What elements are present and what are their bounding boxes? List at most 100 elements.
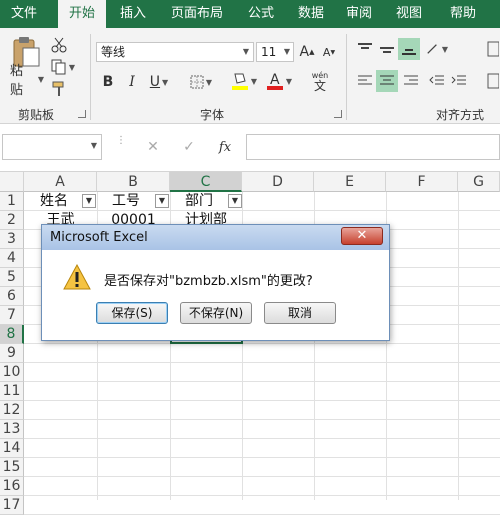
tab-formulas[interactable]: 公式: [238, 0, 284, 28]
row-header-16[interactable]: 16: [0, 477, 24, 496]
borders-icon[interactable]: ▼: [186, 72, 216, 92]
align-left-icon[interactable]: [356, 72, 374, 90]
fill-color-icon[interactable]: ▼: [228, 70, 260, 92]
tab-data[interactable]: 数据: [288, 0, 334, 28]
font-name-value: 等线: [101, 45, 126, 59]
column-header-c[interactable]: C: [170, 172, 242, 192]
dialog-body: 是否保存对"bzmbzb.xlsm"的更改? 保存(S) 不保存(N) 取消: [48, 252, 383, 336]
cell-b1[interactable]: 工号: [97, 192, 155, 211]
column-header-e[interactable]: E: [314, 172, 386, 192]
tab-home[interactable]: 开始: [58, 0, 106, 28]
row-header-5[interactable]: 5: [0, 268, 24, 287]
row-gridline: [24, 343, 500, 344]
row-header-7[interactable]: 7: [0, 306, 24, 325]
format-painter-icon[interactable]: [50, 80, 68, 98]
formula-bar-grip[interactable]: ⋮: [116, 136, 126, 156]
formula-input[interactable]: [246, 134, 500, 160]
filter-icon[interactable]: ▼: [82, 194, 96, 208]
dialog-title-bar[interactable]: Microsoft Excel ✕: [42, 225, 389, 250]
close-icon[interactable]: ✕: [341, 227, 383, 245]
cancel-button[interactable]: 取消: [264, 302, 336, 324]
row-gridline: [24, 476, 500, 477]
tab-insert[interactable]: 插入: [110, 0, 156, 28]
top-align-icon[interactable]: [356, 40, 374, 58]
tab-review[interactable]: 审阅: [336, 0, 382, 28]
chevron-down-icon: ▼: [90, 141, 97, 150]
clipboard-launcher-icon[interactable]: [78, 110, 86, 118]
decrease-indent-icon[interactable]: [428, 72, 446, 90]
row-header-3[interactable]: 3: [0, 230, 24, 249]
cut-icon[interactable]: [50, 36, 68, 54]
row-header-10[interactable]: 10: [0, 363, 24, 382]
row-header-6[interactable]: 6: [0, 287, 24, 306]
tab-page-layout[interactable]: 页面布局: [160, 0, 234, 28]
tab-view[interactable]: 视图: [386, 0, 432, 28]
cell-a1[interactable]: 姓名: [24, 192, 84, 211]
row-header-14[interactable]: 14: [0, 439, 24, 458]
copy-icon[interactable]: ▼: [50, 58, 76, 76]
cancel-icon[interactable]: ✕: [144, 136, 162, 158]
bold-button[interactable]: B: [100, 72, 116, 92]
select-all-corner[interactable]: [0, 172, 24, 192]
column-gridline: [458, 192, 459, 500]
font-color-icon[interactable]: A ▼: [264, 70, 294, 92]
row-header-15[interactable]: 15: [0, 458, 24, 477]
row-header-13[interactable]: 13: [0, 420, 24, 439]
column-header-g[interactable]: G: [458, 172, 500, 192]
chevron-down-icon: ▼: [283, 47, 290, 56]
row-header-4[interactable]: 4: [0, 249, 24, 268]
dialog-message: 是否保存对"bzmbzb.xlsm"的更改?: [104, 274, 313, 289]
alignment-group-label: 对齐方式: [436, 108, 485, 122]
row-gridline: [24, 457, 500, 458]
enter-icon[interactable]: ✓: [180, 136, 198, 158]
column-header-b[interactable]: B: [97, 172, 170, 192]
font-launcher-icon[interactable]: [334, 110, 342, 118]
row-header-8[interactable]: 8: [0, 325, 24, 344]
ribbon-tab-bar: 文件 开始 插入 页面布局 公式 数据 审阅 视图 帮助: [0, 0, 500, 28]
italic-button[interactable]: I: [124, 72, 140, 92]
name-box[interactable]: ▼: [2, 134, 102, 160]
row-gridline: [24, 400, 500, 401]
column-header-a[interactable]: A: [24, 172, 97, 192]
align-center-icon[interactable]: [376, 70, 398, 92]
row-header-9[interactable]: 9: [0, 344, 24, 363]
wrap-text-icon[interactable]: [486, 38, 500, 60]
row-header-17[interactable]: 17: [0, 496, 24, 515]
dont-save-button[interactable]: 不保存(N): [180, 302, 252, 324]
underline-button[interactable]: U ▼: [146, 72, 172, 92]
increase-font-size-icon[interactable]: A ▲: [298, 42, 316, 62]
warning-icon: [63, 263, 91, 293]
filter-icon[interactable]: ▼: [155, 194, 169, 208]
underline-label: U: [149, 74, 161, 90]
align-right-icon[interactable]: [402, 72, 420, 90]
row-gridline: [24, 381, 500, 382]
font-name-select[interactable]: 等线 ▼: [96, 42, 254, 62]
column-header-d[interactable]: D: [242, 172, 314, 192]
font-size-select[interactable]: 11 ▼: [256, 42, 294, 62]
ribbon: 粘贴 ▼ ▼ 剪贴板 等线 ▼ 11 ▼ A ▲ A ▼ B I U ▼ ▼ ▼ A ▼…: [0, 28, 500, 124]
filter-icon[interactable]: ▼: [228, 194, 242, 208]
save-button[interactable]: 保存(S): [96, 302, 168, 324]
increase-indent-icon[interactable]: [450, 72, 468, 90]
tab-help[interactable]: 帮助: [440, 0, 486, 28]
save-changes-dialog: Microsoft Excel ✕ 是否保存对"bzmbzb.xlsm"的更改?…: [41, 224, 390, 341]
orientation-icon[interactable]: ▼: [426, 40, 448, 58]
phonetic-guide-icon[interactable]: wén 文: [306, 68, 334, 94]
middle-align-icon[interactable]: [378, 40, 396, 58]
dialog-title: Microsoft Excel: [50, 230, 148, 245]
row-header-11[interactable]: 11: [0, 382, 24, 401]
row-gridline: [24, 438, 500, 439]
row-header-2[interactable]: 2: [0, 211, 24, 230]
column-header-f[interactable]: F: [386, 172, 458, 192]
merge-center-icon[interactable]: [486, 70, 500, 92]
row-header-1[interactable]: 1: [0, 192, 24, 211]
insert-function-icon[interactable]: fx: [214, 136, 236, 158]
svg-text:A: A: [270, 72, 280, 88]
paste-button[interactable]: 粘贴 ▼: [10, 64, 44, 98]
tab-file[interactable]: 文件: [0, 0, 48, 28]
row-header-12[interactable]: 12: [0, 401, 24, 420]
cell-c1[interactable]: 部门: [170, 192, 228, 211]
row-gridline: [24, 419, 500, 420]
bottom-align-icon[interactable]: [398, 38, 420, 60]
decrease-font-size-icon[interactable]: A ▼: [320, 42, 338, 62]
